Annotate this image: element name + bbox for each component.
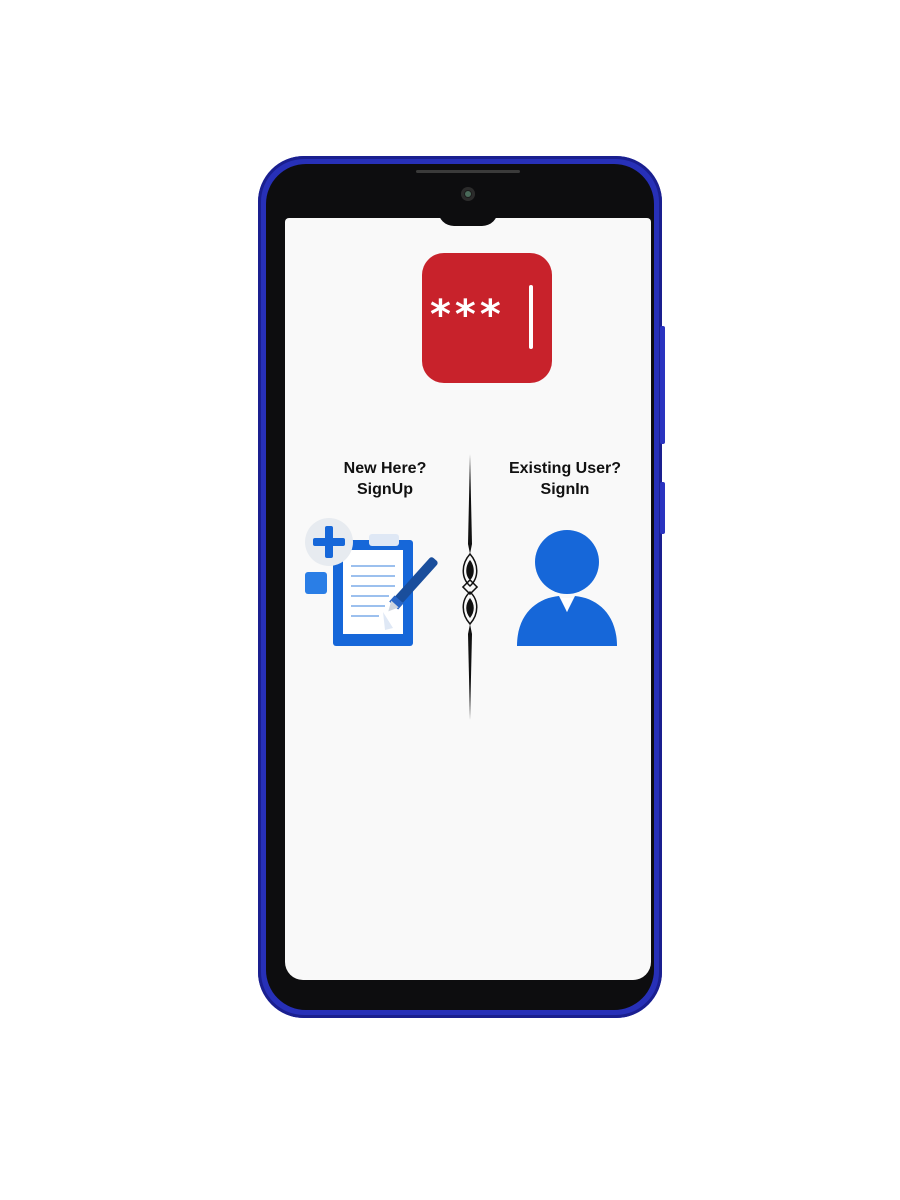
power-button	[660, 482, 665, 534]
signup-prompt[interactable]: New Here? SignUp	[325, 458, 445, 500]
signup-prompt-line1: New Here?	[343, 460, 427, 477]
signup-prompt-line2[interactable]: SignUp	[325, 479, 445, 500]
earpiece	[416, 170, 520, 173]
ornamental-divider	[461, 454, 479, 720]
display-notch	[438, 210, 498, 226]
password-field-icon: ***	[430, 292, 505, 338]
front-camera-icon	[461, 187, 475, 201]
clipboard-add-icon[interactable]	[299, 508, 451, 648]
app-screen: *** New Here? SignUp Existing User? Sign…	[285, 218, 651, 980]
phone-bezel: *** New Here? SignUp Existing User? Sign…	[266, 164, 654, 1010]
app-logo: ***	[422, 253, 552, 383]
phone-frame: *** New Here? SignUp Existing User? Sign…	[258, 156, 665, 1018]
volume-button	[660, 326, 665, 444]
signin-prompt[interactable]: Existing User? SignIn	[495, 458, 635, 500]
signin-prompt-line2[interactable]: SignIn	[495, 479, 635, 500]
user-icon[interactable]	[515, 528, 619, 646]
text-cursor-icon	[529, 285, 533, 349]
signin-prompt-line1: Existing User?	[508, 460, 622, 477]
